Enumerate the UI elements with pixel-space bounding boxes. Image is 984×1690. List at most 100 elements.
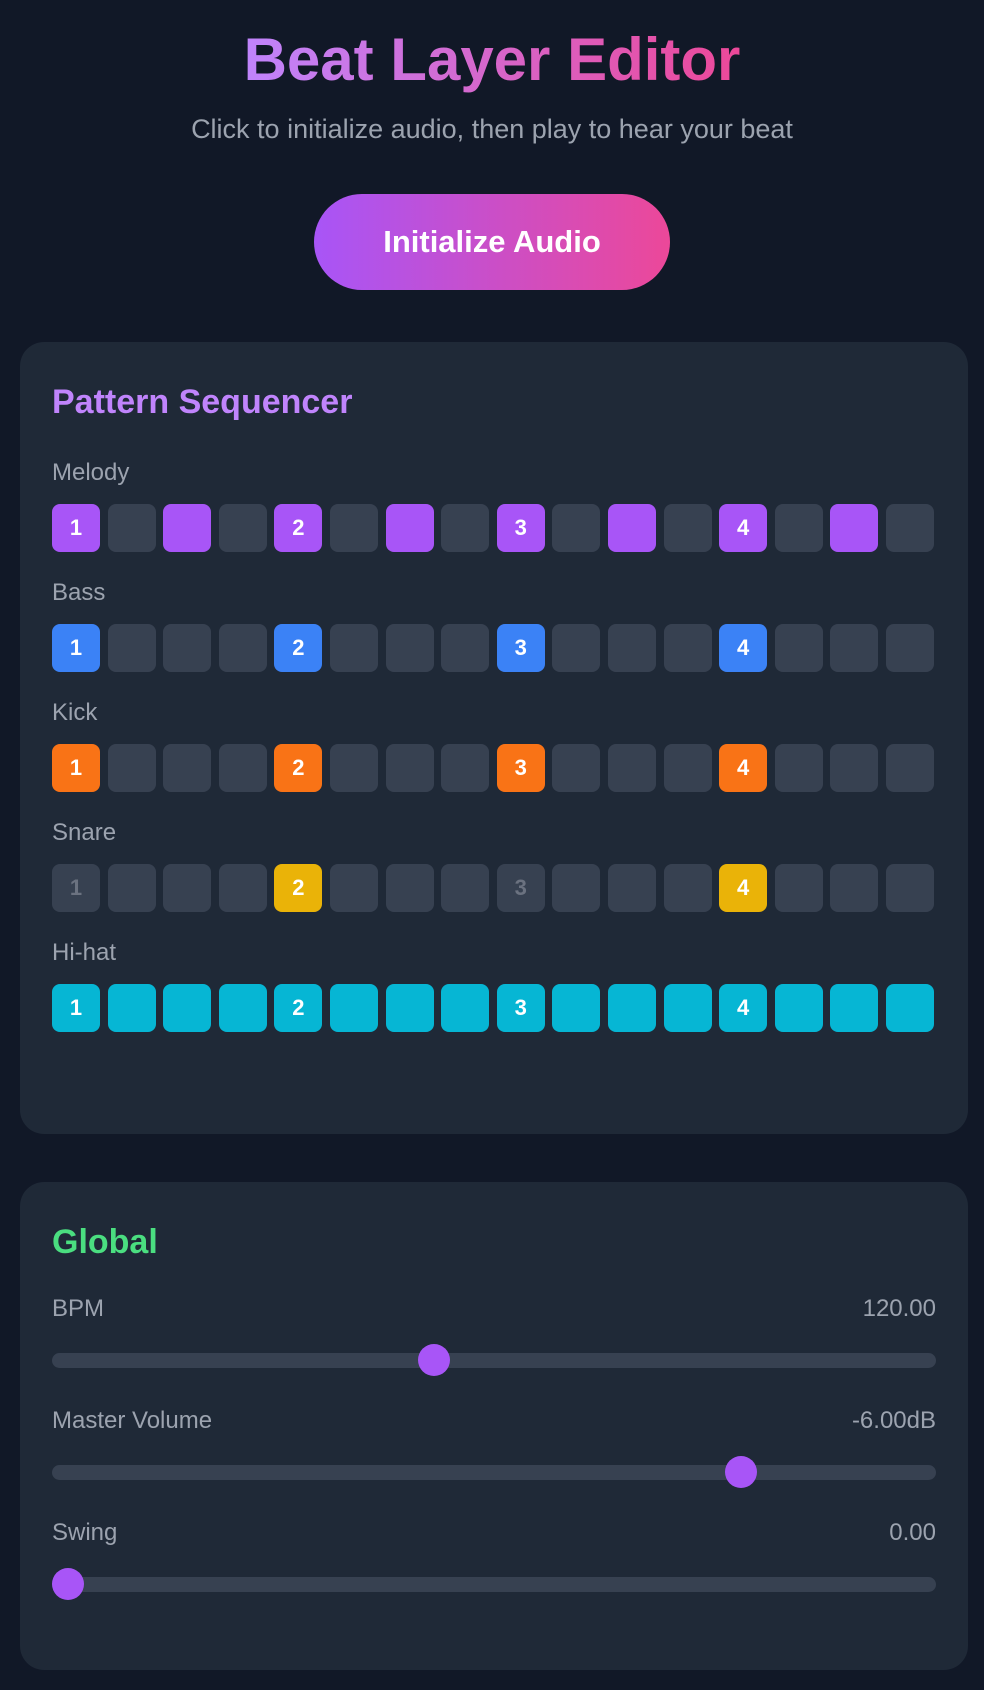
slider-thumb[interactable] [52,1568,84,1600]
step-button[interactable] [385,504,434,552]
step-button[interactable] [885,624,934,672]
step-button[interactable] [663,984,712,1032]
step-button[interactable] [329,504,378,552]
step-button[interactable] [774,504,823,552]
step-button[interactable] [329,744,378,792]
slider[interactable] [52,1344,936,1376]
slider-track[interactable] [52,1353,936,1368]
step-button[interactable] [107,864,156,912]
step-button[interactable] [441,624,490,672]
step-button[interactable] [830,504,879,552]
slider-track[interactable] [52,1465,936,1480]
control-bpm: BPM 120.00 [52,1294,936,1376]
step-button[interactable] [607,624,656,672]
step-button[interactable]: 3 [496,864,545,912]
step-button[interactable] [774,864,823,912]
step-button[interactable] [218,624,267,672]
step-button[interactable] [552,624,601,672]
step-button[interactable]: 2 [274,864,323,912]
step-button[interactable] [385,984,434,1032]
step-button[interactable] [774,624,823,672]
slider[interactable] [52,1568,936,1600]
step-button[interactable] [163,624,212,672]
step-button[interactable] [218,504,267,552]
step-button[interactable]: 1 [52,984,100,1032]
step-button[interactable]: 3 [496,624,545,672]
step-button[interactable] [663,624,712,672]
step-button[interactable]: 4 [719,624,768,672]
step-button[interactable] [607,504,656,552]
step-button[interactable] [163,864,212,912]
step-button[interactable] [218,984,267,1032]
step-button[interactable] [552,744,601,792]
step-button[interactable] [552,864,601,912]
step-button[interactable] [885,504,934,552]
step-button[interactable] [107,744,156,792]
step-button[interactable] [552,984,601,1032]
step-button[interactable] [107,624,156,672]
step-button[interactable]: 4 [719,864,768,912]
slider-track[interactable] [52,1577,936,1592]
step-button[interactable] [329,624,378,672]
step-button[interactable]: 1 [52,864,100,912]
step-button[interactable] [163,744,212,792]
slider[interactable] [52,1456,936,1488]
step-button[interactable] [663,864,712,912]
step-button[interactable]: 1 [52,744,100,792]
step-button[interactable]: 1 [52,624,100,672]
track-list: Melody 1 2 3 4 Bass 1 2 3 4 Kick 1 2 3 4 Snare 1 2 3 4 Hi-ha… [52,458,936,1032]
step-button[interactable] [329,984,378,1032]
step-button[interactable]: 2 [274,744,323,792]
step-button[interactable] [830,624,879,672]
step-button[interactable] [552,504,601,552]
step-button[interactable] [830,984,879,1032]
step-button[interactable] [774,984,823,1032]
step-button[interactable] [607,864,656,912]
step-button[interactable]: 4 [719,504,768,552]
step-button[interactable] [329,864,378,912]
step-button[interactable]: 1 [52,504,100,552]
step-button[interactable] [774,744,823,792]
step-button[interactable] [163,504,212,552]
step-button[interactable] [385,864,434,912]
track-label: Bass [52,579,106,606]
control-label: Swing [52,1519,118,1546]
step-button[interactable]: 3 [496,984,545,1032]
step-button[interactable] [607,984,656,1032]
step-button[interactable]: 4 [719,744,768,792]
step-button[interactable]: 3 [496,504,545,552]
step-button[interactable] [107,504,156,552]
step-button[interactable] [663,744,712,792]
step-button[interactable] [441,864,490,912]
step-button[interactable] [218,864,267,912]
step-button[interactable] [218,744,267,792]
step-button[interactable]: 4 [719,984,768,1032]
step-button[interactable] [885,744,934,792]
step-button[interactable] [885,864,934,912]
page-title: Beat Layer Editor [243,26,741,93]
control-value: 120.00 [862,1295,936,1322]
slider-thumb[interactable] [725,1456,758,1488]
step-button[interactable]: 2 [274,624,323,672]
step-button[interactable]: 2 [274,984,323,1032]
sequencer-title: Pattern Sequencer [52,383,353,421]
header: Beat Layer Editor Click to initialize au… [0,0,984,290]
step-button[interactable] [663,504,712,552]
slider-thumb[interactable] [418,1344,451,1376]
step-button[interactable] [607,744,656,792]
initialize-audio-button[interactable]: Initialize Audio [314,194,670,290]
step-button[interactable] [441,744,490,792]
step-button[interactable] [385,744,434,792]
step-button[interactable] [385,624,434,672]
step-button[interactable]: 3 [496,744,545,792]
step-button[interactable]: 2 [274,504,323,552]
control-row: Swing 0.00 [52,1518,936,1548]
step-button[interactable] [441,504,490,552]
step-button[interactable] [441,984,490,1032]
step-button[interactable] [830,744,879,792]
step-row: 1 2 3 4 [52,984,936,1032]
step-button[interactable] [830,864,879,912]
step-button[interactable] [163,984,212,1032]
step-button[interactable] [885,984,934,1032]
step-button[interactable] [107,984,156,1032]
